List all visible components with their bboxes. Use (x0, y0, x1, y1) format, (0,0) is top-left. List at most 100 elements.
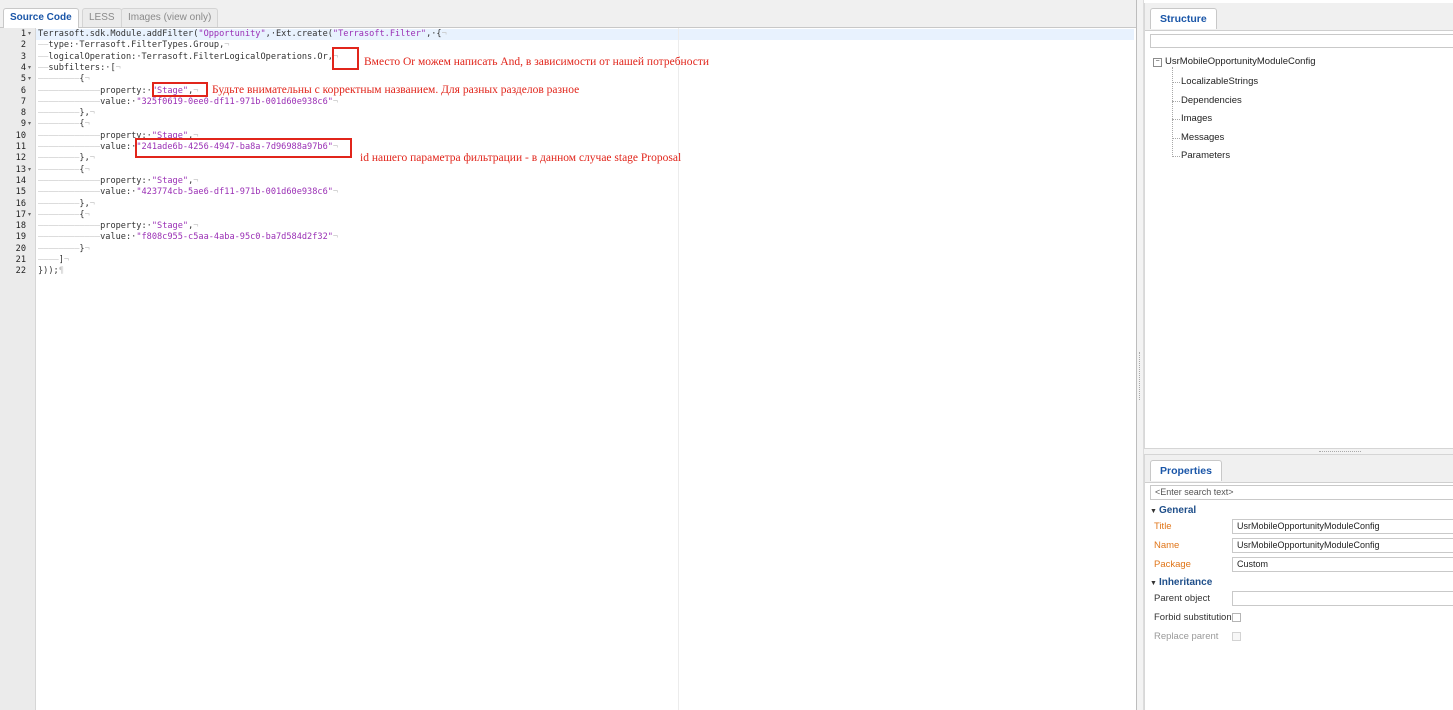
package-label: Package (1154, 559, 1191, 570)
code-line: ————————}¬ (38, 244, 90, 255)
annotation-property-name: Будьте внимательны с корректным название… (212, 84, 580, 96)
name-label: Name (1154, 540, 1180, 551)
code-line: ————————————value:·"f808c955-c5aa-4aba-9… (38, 232, 338, 243)
line-number: 5 (20, 74, 26, 85)
fold-toggle-icon[interactable]: ▾ (28, 74, 31, 85)
splitter-grip-icon (1319, 451, 1361, 452)
code-line: ——logicalOperation:·Terrasoft.FilterLogi… (38, 52, 338, 63)
invisible-char: —— (38, 51, 49, 62)
annotation-logical-operation: Вместо Or можем написать And, в зависимо… (364, 56, 710, 68)
line-number: 7 (20, 96, 26, 107)
tree-connector (1172, 119, 1180, 120)
line-number: 15 (15, 187, 26, 198)
forbid-substitution-label: Forbid substitution (1154, 612, 1232, 623)
title-field[interactable]: UsrMobileOpportunityModuleConfig (1232, 519, 1453, 534)
invisible-char: ———————— (38, 108, 80, 119)
line-number: 11 (15, 142, 26, 152)
line-number-gutter: 1 ▾ 2 3 4 ▾ 5 ▾ 6 7 8 9 ▾ 10 11 12 13 ▾ 14 15 16 17 ▾ 18 19 20 21 2… (0, 28, 36, 710)
name-field[interactable]: UsrMobileOpportunityModuleConfig (1232, 538, 1453, 553)
invisible-char: —— (38, 40, 49, 51)
properties-search-input[interactable]: <Enter search text> (1150, 485, 1453, 500)
line-number: 18 (15, 221, 26, 232)
invisible-char: ¬ (332, 232, 339, 243)
tab-images-view-only[interactable]: Images (view only) (121, 8, 219, 27)
tree-connector (1172, 100, 1180, 102)
package-field[interactable]: Custom (1232, 557, 1453, 572)
line-number: 19 (15, 232, 26, 243)
line-number: 21 (15, 255, 26, 265)
fold-toggle-icon[interactable]: ▾ (28, 165, 31, 176)
code-line: ————————{¬ (38, 74, 90, 85)
tree-root-node[interactable]: UsrMobileOpportunityModuleConfig (1165, 55, 1316, 69)
tree-node-images[interactable]: Images (1181, 112, 1212, 126)
code-token: property:· (100, 221, 152, 232)
fold-toggle-icon[interactable]: ▾ (28, 210, 31, 221)
fold-toggle-icon[interactable]: ▾ (28, 63, 31, 74)
tree-node-dependencies[interactable]: Dependencies (1181, 94, 1242, 108)
line-number: 9 (20, 119, 26, 130)
tree-guide-line (1172, 67, 1173, 155)
splitter-grip-icon (1139, 352, 1142, 400)
replace-parent-label: Replace parent (1154, 631, 1219, 642)
forbid-substitution-checkbox[interactable] (1232, 613, 1241, 622)
code-line: ————————},¬ (38, 199, 95, 210)
group-general[interactable]: ▼ General (1150, 504, 1196, 518)
invisible-char: ¬ (441, 29, 447, 39)
collapse-toggle-icon[interactable]: − (1153, 58, 1162, 67)
invisible-char: ———————— (38, 164, 80, 175)
code-line: ——type:·Terrasoft.FilterTypes.Group,¬ (38, 40, 229, 51)
parent-object-field[interactable] (1232, 591, 1453, 606)
tab-properties[interactable]: Properties (1150, 460, 1222, 481)
string-token: "Opportunity" (198, 29, 266, 39)
structure-filter-input[interactable] (1150, 34, 1453, 48)
tab-less[interactable]: LESS (82, 8, 122, 27)
code-token: }, (79, 198, 90, 209)
caret-down-icon: ▼ (1150, 580, 1157, 587)
tree-node-parameters[interactable]: Parameters (1181, 149, 1230, 163)
invisible-char: ———— (38, 255, 59, 265)
code-token: value:· (100, 142, 137, 152)
group-inheritance[interactable]: ▼ Inheritance (1150, 576, 1212, 590)
invisible-char: ———————— (38, 153, 80, 164)
code-line: ————————},¬ (38, 153, 95, 164)
fold-toggle-icon[interactable]: ▾ (28, 119, 31, 130)
tree-node-messages[interactable]: Messages (1181, 131, 1224, 145)
editor-tab-strip: Source Code LESS Images (view only) (0, 0, 1136, 28)
code-token: ,·Ext.create( (265, 29, 333, 39)
invisible-char: ¶ (58, 266, 64, 277)
invisible-char: ¬ (332, 96, 339, 107)
line-number: 8 (20, 108, 26, 119)
invisible-char: ¬ (84, 209, 90, 220)
annotation-stage-id: id нашего параметра фильтрации - в данно… (360, 152, 682, 164)
line-number: 12 (15, 153, 26, 164)
tree-connector (1172, 137, 1180, 139)
horizontal-splitter[interactable] (1144, 448, 1453, 455)
code-line: ——subfilters:·[¬ (38, 63, 121, 74)
tab-structure[interactable]: Structure (1150, 8, 1217, 29)
vertical-splitter[interactable] (1136, 0, 1144, 710)
tab-source-code[interactable]: Source Code (3, 8, 79, 28)
invisible-char: ¬ (84, 164, 90, 175)
invisible-char: ¬ (193, 175, 199, 186)
line-number: 20 (15, 243, 26, 254)
print-margin-line (678, 28, 679, 710)
code-token: subfilters:·[ (48, 62, 116, 73)
code-token: value:· (100, 187, 137, 198)
invisible-char: ———————————— (38, 232, 101, 243)
line-number: 2 (20, 40, 26, 51)
tree-node-localizablestrings[interactable]: LocalizableStrings (1181, 75, 1258, 89)
invisible-char: ———————— (38, 209, 80, 220)
string-token: "Stage" (151, 175, 189, 186)
code-editor[interactable]: 1 ▾ 2 3 4 ▾ 5 ▾ 6 7 8 9 ▾ 10 11 12 13 ▾ 14 15 16 17 ▾ 18 19 20 21 2… (0, 28, 1136, 710)
code-line: ————————————property:·"Stage",¬ (38, 176, 198, 187)
invisible-char: ¬ (224, 40, 230, 51)
code-token: property:· (100, 85, 152, 96)
fold-toggle-icon[interactable]: ▾ (28, 29, 31, 40)
code-line: ————————{¬ (38, 210, 90, 221)
invisible-char: ¬ (89, 153, 95, 164)
line-number: 6 (20, 85, 26, 96)
invisible-char: ———————— (38, 119, 80, 130)
invisible-char: ———————— (38, 74, 80, 85)
invisible-char: ¬ (84, 243, 90, 254)
code-line: ————————————property:·"Stage",¬ (38, 221, 198, 232)
